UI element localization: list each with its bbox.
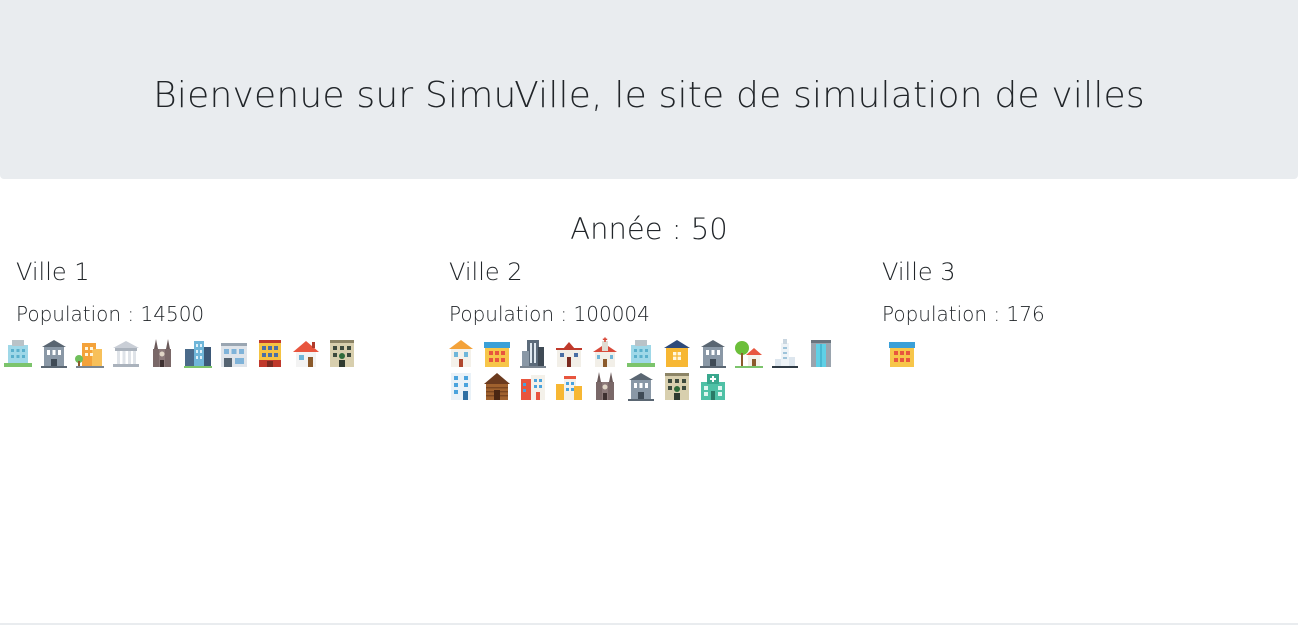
building-grid [443,336,839,402]
small-shop-icon [551,369,587,402]
lighthouse-tower-icon [767,336,803,369]
city-name: Ville 1 [16,258,90,286]
city-population: Population : 14500 [16,302,205,326]
church-icon [587,336,623,369]
tree-house-icon [731,336,767,369]
museum-icon [108,336,144,369]
page-title: Bienvenue sur SimuVille, le site de simu… [153,75,1145,116]
store-icon [479,336,515,369]
store-icon [884,336,920,369]
city-list: Ville 1 Population : 14500 Ville 2 Popul… [0,258,1298,428]
house-icon [288,336,324,369]
building-grid [0,336,396,369]
school-icon [551,336,587,369]
apartment-icon [252,336,288,369]
hotel-icon [324,336,360,369]
shop-block-icon [216,336,252,369]
cathedral-icon [144,336,180,369]
bank-icon [36,336,72,369]
tall-tower-icon [515,336,551,369]
bank-icon [695,336,731,369]
header-banner: Bienvenue sur SimuVille, le site de simu… [0,0,1298,179]
hospital-icon [695,369,731,402]
yellow-house-icon [659,336,695,369]
office-tower-icon [623,336,659,369]
bank-icon [623,369,659,402]
townhouse-icon [443,336,479,369]
city-population: Population : 100004 [449,302,650,326]
cathedral-icon [587,369,623,402]
red-apartment-icon [515,369,551,402]
building-grid [884,336,1280,369]
glass-office-icon [803,336,839,369]
factory-icon [72,336,108,369]
city-name: Ville 3 [882,258,956,286]
office-tower-icon [0,336,36,369]
log-cabin-icon [479,369,515,402]
skyscrapers-icon [180,336,216,369]
city-name: Ville 2 [449,258,523,286]
year-label: Année : 50 [570,212,728,246]
city-population: Population : 176 [882,302,1045,326]
blue-apartment-icon [443,369,479,402]
hotel-icon [659,369,695,402]
